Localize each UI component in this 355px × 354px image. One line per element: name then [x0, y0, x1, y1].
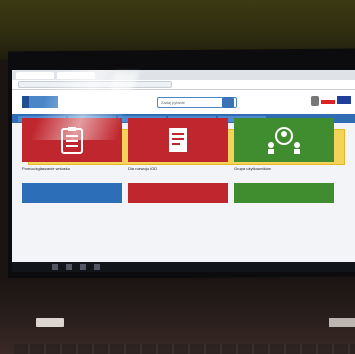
os-taskbar — [12, 262, 355, 272]
site-logo[interactable] — [22, 96, 58, 108]
flag-icon — [321, 96, 335, 104]
tile-card[interactable] — [128, 183, 228, 203]
taskbar-icon[interactable] — [66, 264, 72, 270]
tile-card[interactable]: Pomoc/zgłaszanie wniosku — [22, 118, 122, 171]
search-button[interactable] — [222, 97, 234, 108]
tile-card[interactable] — [22, 183, 122, 203]
tile-card[interactable] — [234, 183, 334, 203]
function-key — [329, 318, 355, 327]
taskbar-icon[interactable] — [94, 264, 100, 270]
taskbar-icon[interactable] — [80, 264, 86, 270]
browser-tab[interactable] — [57, 71, 95, 79]
document-icon — [169, 128, 187, 152]
eu-flag-icon — [337, 96, 351, 104]
people-network-icon — [268, 127, 300, 154]
tile-row-second — [22, 183, 355, 203]
header-emblems — [311, 96, 351, 106]
url-field[interactable] — [18, 81, 172, 88]
address-bar — [12, 80, 355, 90]
function-key — [36, 318, 64, 327]
tile-card[interactable]: Grupa użytkowników — [234, 118, 334, 171]
tile-label: Pomoc/zgłaszanie wniosku — [22, 166, 71, 171]
emblem-icon — [311, 96, 319, 106]
site-header: Zadaj pytanie — [12, 90, 355, 114]
laptop-keyboard-deck — [0, 278, 355, 354]
tile-card[interactable]: Dla rozwoju IOD — [128, 118, 228, 171]
tile-label: Dla rozwoju IOD — [128, 166, 158, 171]
taskbar-icon[interactable] — [52, 264, 58, 270]
tile-row: Pomoc/zgłaszanie wniosku Dla rozwoju IOD… — [22, 118, 355, 171]
browser-tab-bar — [12, 70, 355, 80]
keyboard-keys — [14, 344, 355, 354]
browser-tab[interactable] — [16, 71, 54, 79]
clipboard-icon — [61, 127, 83, 154]
tile-label: Grupa użytkowników — [234, 166, 271, 171]
